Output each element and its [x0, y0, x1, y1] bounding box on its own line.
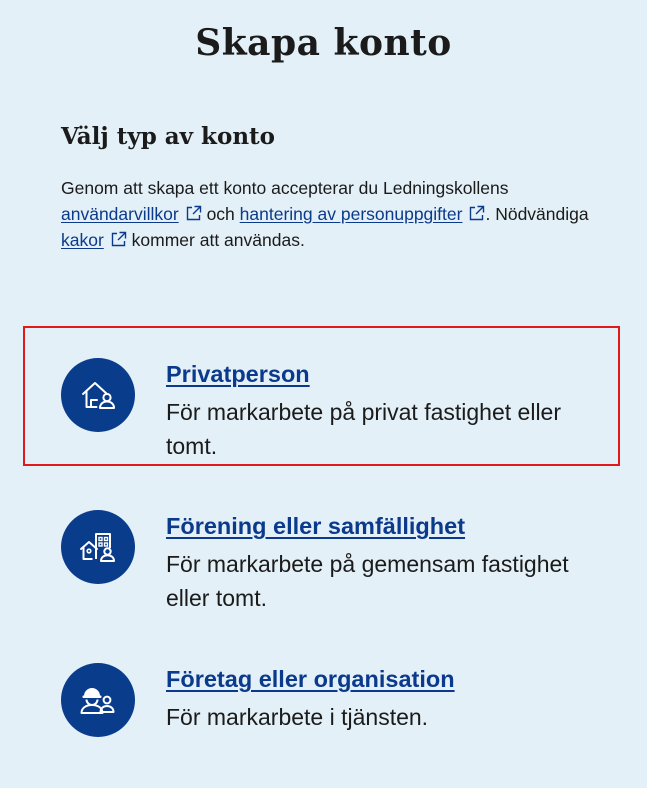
buildings-person-icon: [61, 510, 135, 584]
terms-link-label: användarvillkor: [61, 204, 179, 224]
external-link-icon: [185, 205, 202, 222]
option-foretag[interactable]: Företag eller organisation För markarbet…: [61, 662, 621, 737]
option-forening-description: För markarbete på gemensam fastighet ell…: [166, 551, 569, 611]
external-link-icon: [468, 205, 485, 222]
cookies-link[interactable]: kakor: [61, 230, 104, 250]
option-forening[interactable]: Förening eller samfällighet För markarbe…: [61, 509, 621, 611]
page-title: Skapa konto: [195, 22, 452, 64]
workers-icon: [61, 663, 135, 737]
privacy-link-label: hantering av personuppgifter: [239, 204, 463, 224]
intro-text-1: Genom att skapa ett konto accepterar du …: [61, 178, 509, 198]
intro-text-4: kommer att användas.: [131, 230, 305, 250]
option-foretag-title[interactable]: Företag eller organisation: [166, 662, 455, 696]
option-privatperson[interactable]: Privatperson För markarbete på privat fa…: [61, 357, 621, 459]
section-heading: Välj typ av konto: [61, 123, 276, 150]
intro-text-3: . Nödvändiga: [485, 204, 589, 224]
intro-text: Genom att skapa ett konto accepterar du …: [61, 175, 601, 253]
house-person-icon: [61, 358, 135, 432]
cookies-link-label: kakor: [61, 230, 104, 250]
privacy-link[interactable]: hantering av personuppgifter: [240, 204, 463, 224]
option-privatperson-description: För markarbete på privat fastighet eller…: [166, 399, 562, 459]
option-forening-title[interactable]: Förening eller samfällighet: [166, 509, 465, 543]
intro-text-2: och: [206, 204, 235, 224]
external-link-icon: [110, 231, 127, 248]
option-foretag-description: För markarbete i tjänsten.: [166, 704, 429, 730]
option-privatperson-title[interactable]: Privatperson: [166, 357, 310, 391]
terms-link[interactable]: användarvillkor: [61, 204, 179, 224]
